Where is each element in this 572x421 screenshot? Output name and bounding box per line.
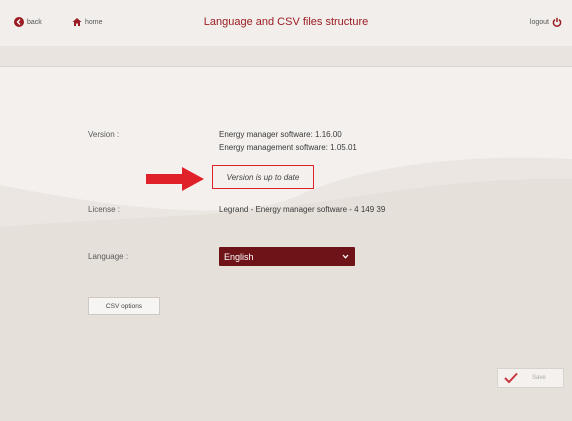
csv-options-button[interactable]: CSV options <box>88 297 160 315</box>
license-label: License : <box>88 205 121 214</box>
logout-button[interactable]: logout <box>530 17 562 27</box>
page-title: Language and CSV files structure <box>203 16 369 28</box>
logout-label: logout <box>529 18 549 26</box>
save-label: Save <box>532 375 546 381</box>
save-button[interactable]: Save <box>497 368 564 388</box>
settings-panel: Version : Energy manager software: 1.16.… <box>0 66 572 421</box>
csv-options-label: CSV options <box>105 302 143 310</box>
language-selected: English <box>224 251 254 262</box>
language-label: Language : <box>88 252 129 261</box>
top-bar: back home Language and CSV files structu… <box>0 0 572 46</box>
right-arrow-icon <box>146 167 204 191</box>
management-software-version: Energy management software: 1.05.01 <box>219 143 357 152</box>
checkmark-icon <box>504 372 518 384</box>
version-label: Version : <box>88 130 120 139</box>
background-wave <box>0 67 572 421</box>
chevron-down-icon <box>342 254 349 259</box>
version-status-box: Version is up to date <box>212 165 314 189</box>
power-icon <box>552 17 562 27</box>
license-value: Legrand - Energy manager software - 4 14… <box>219 205 386 214</box>
language-select[interactable]: English <box>219 247 355 266</box>
manager-software-version: Energy manager software: 1.16.00 <box>219 130 342 139</box>
version-status: Version is up to date <box>226 172 300 182</box>
